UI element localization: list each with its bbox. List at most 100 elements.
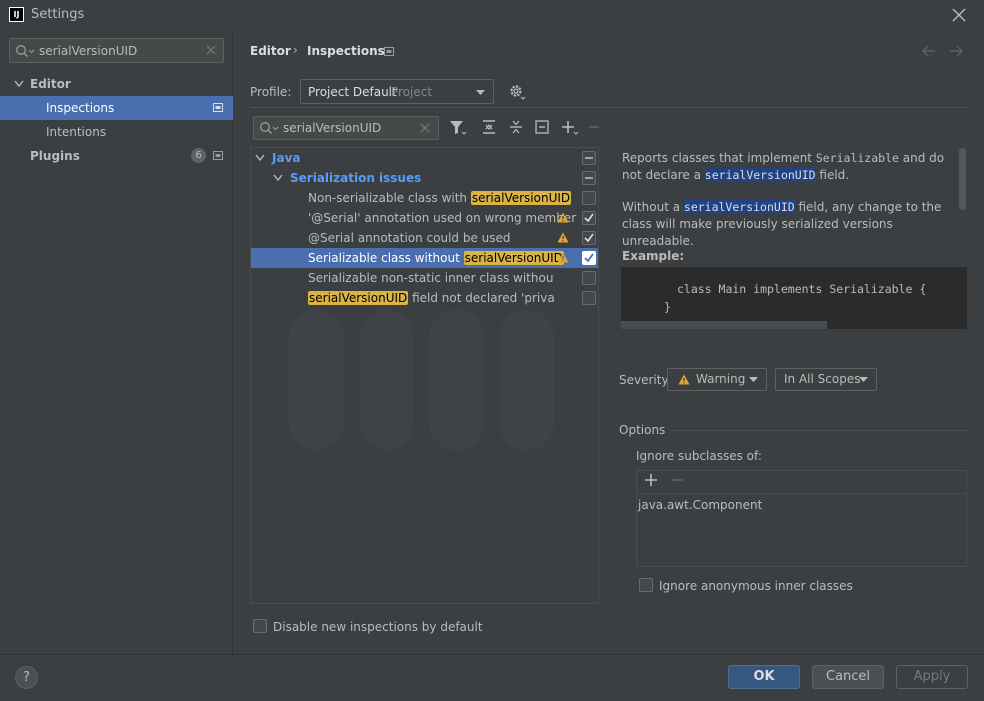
tree-node-java[interactable]: Java <box>251 148 598 168</box>
horizontal-scrollbar[interactable] <box>621 321 827 329</box>
chevron-down-icon <box>749 377 758 382</box>
sidebar-item-label: Inspections <box>46 101 115 115</box>
disable-new-inspections-label: Disable new inspections by default <box>273 620 483 634</box>
warning-icon <box>557 212 569 223</box>
tree-node-serialization-issues[interactable]: Serialization issues <box>251 168 598 188</box>
sidebar-item-editor[interactable]: Editor <box>0 72 233 96</box>
forward-arrow-icon[interactable] <box>949 45 963 57</box>
code-line: } <box>664 300 671 314</box>
sidebar-item-intentions[interactable]: Intentions <box>0 120 233 144</box>
sidebar-item-label: Intentions <box>46 125 107 139</box>
severity-value: Warning <box>696 372 746 386</box>
inspection-row[interactable]: '@Serial' annotation used on wrong membe… <box>251 208 598 228</box>
breadcrumb-inspections: Inspections <box>307 44 385 58</box>
profile-label: Profile: <box>250 85 292 99</box>
inspection-row[interactable]: Non-serializable class with serialVersio… <box>251 188 598 208</box>
inspection-checkbox[interactable] <box>582 251 596 265</box>
filter-icon[interactable] <box>449 120 467 136</box>
description-paragraph: Reports classes that implement Serializa… <box>622 151 945 182</box>
inspection-label: @Serial annotation could be used <box>308 231 511 245</box>
code-line: class Main implements Serializable { <box>677 282 927 296</box>
breadcrumb-separator: › <box>293 43 298 57</box>
back-arrow-icon[interactable] <box>922 45 936 57</box>
search-icon <box>15 44 35 58</box>
warning-icon <box>557 232 569 243</box>
example-label: Example: <box>622 249 685 263</box>
inspection-checkbox[interactable] <box>582 271 596 285</box>
disable-new-inspections-checkbox[interactable] <box>253 619 267 633</box>
plugins-count-badge: 6 <box>191 148 206 163</box>
ignore-subclasses-list: java.awt.Component <box>636 470 967 567</box>
profile-scope: Project <box>391 85 433 99</box>
chevron-down-icon <box>476 90 485 95</box>
vertical-scrollbar[interactable] <box>959 148 966 210</box>
inspection-label: Non-serializable class with serialVersio… <box>308 191 572 205</box>
remove-icon[interactable] <box>670 473 684 487</box>
gear-icon[interactable] <box>508 83 526 101</box>
scope-value: In All Scopes <box>784 372 861 386</box>
clear-search-icon[interactable] <box>420 123 430 133</box>
settings-search-value: serialVersionUID <box>39 44 138 58</box>
warning-icon <box>678 374 690 385</box>
profile-dropdown[interactable]: Project Default Project <box>300 79 494 104</box>
inspection-tree: Java Serialization issues Non-serializab… <box>250 147 599 604</box>
tree-node-label: Java <box>272 151 301 165</box>
help-button[interactable]: ? <box>15 666 38 689</box>
sidebar-item-label: Editor <box>30 77 71 91</box>
group-checkbox[interactable] <box>582 171 596 185</box>
list-item[interactable]: java.awt.Component <box>638 498 762 512</box>
inspection-checkbox[interactable] <box>582 291 596 305</box>
inspection-checkbox[interactable] <box>582 231 596 245</box>
ok-button[interactable]: OK <box>728 665 800 689</box>
add-icon[interactable] <box>561 120 579 136</box>
options-title: Options <box>619 423 666 437</box>
apply-button[interactable]: Apply <box>896 665 968 689</box>
sidebar-item-inspections[interactable]: Inspections <box>0 96 233 120</box>
collapse-all-icon[interactable] <box>509 120 523 134</box>
project-settings-icon <box>213 151 223 160</box>
breadcrumb-editor[interactable]: Editor <box>250 44 291 58</box>
ignore-subclasses-label: Ignore subclasses of: <box>636 449 762 463</box>
inspection-row[interactable]: serialVersionUID field not declared 'pri… <box>251 288 598 308</box>
code-example: class Main implements Serializable { } <box>621 267 967 329</box>
expand-all-icon[interactable] <box>482 120 496 134</box>
inspection-row[interactable]: Serializable non-static inner class with… <box>251 268 598 288</box>
title-bar <box>0 0 984 30</box>
tree-node-label: Serialization issues <box>290 171 422 185</box>
inspection-row[interactable]: @Serial annotation could be used <box>251 228 598 248</box>
settings-search-input[interactable]: serialVersionUID <box>9 38 224 63</box>
inspection-checkbox[interactable] <box>582 191 596 205</box>
inspection-label: Serializable class without serialVersion… <box>308 251 564 265</box>
inspection-label: '@Serial' annotation used on wrong membe… <box>308 211 577 225</box>
clear-search-icon[interactable] <box>206 45 216 55</box>
inspection-row-selected[interactable]: Serializable class without serialVersion… <box>251 248 598 268</box>
severity-label: Severity: <box>619 373 672 387</box>
add-icon[interactable] <box>644 473 658 487</box>
sidebar-item-label: Plugins <box>30 149 80 163</box>
remove-icon[interactable] <box>588 120 600 134</box>
intellij-logo-icon: IJ <box>9 7 24 22</box>
close-icon[interactable] <box>949 5 969 25</box>
project-settings-icon <box>384 47 394 56</box>
project-settings-icon <box>213 103 223 112</box>
cancel-button[interactable]: Cancel <box>812 665 884 689</box>
scope-dropdown[interactable]: In All Scopes <box>775 368 877 391</box>
profile-name: Project Default <box>308 85 397 99</box>
search-icon <box>259 121 279 135</box>
chevron-down-icon <box>859 377 868 382</box>
severity-dropdown[interactable]: Warning <box>667 368 767 391</box>
java-checkbox[interactable] <box>582 151 596 165</box>
watermark-logo-icon <box>289 310 554 450</box>
ignore-anonymous-label: Ignore anonymous inner classes <box>659 579 853 593</box>
inspection-search-input[interactable]: serialVersionUID <box>253 116 439 140</box>
window-title: Settings <box>31 7 85 22</box>
inspection-checkbox[interactable] <box>582 211 596 225</box>
divider <box>637 493 966 494</box>
reset-icon[interactable] <box>535 120 549 134</box>
warning-icon <box>557 252 569 263</box>
ignore-anonymous-checkbox[interactable] <box>639 578 653 592</box>
inspection-label: serialVersionUID field not declared 'pri… <box>308 291 554 305</box>
chevron-down-icon <box>14 80 24 88</box>
divider <box>250 107 967 108</box>
chevron-down-icon <box>255 154 265 162</box>
